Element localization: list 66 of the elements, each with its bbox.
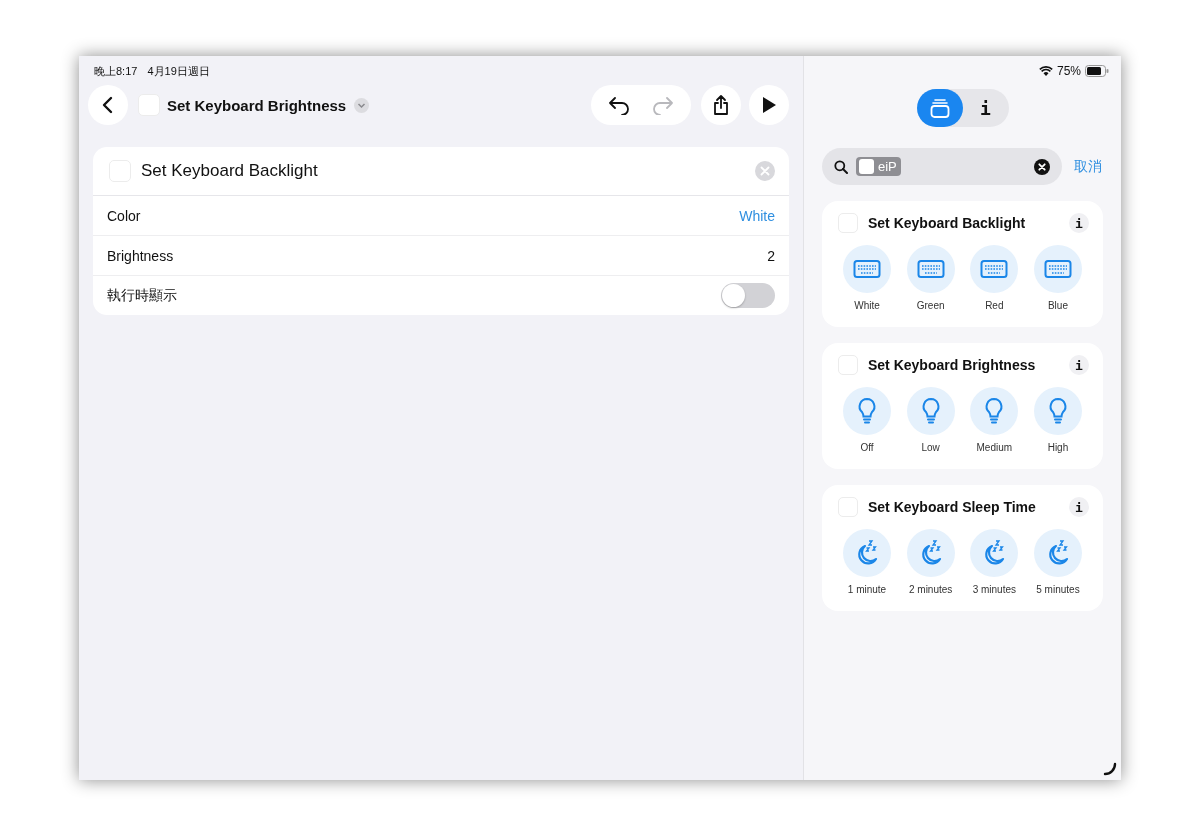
action-label: White <box>854 300 880 311</box>
action-button[interactable] <box>1033 529 1082 577</box>
action-label: 3 minutes <box>972 584 1016 595</box>
action-label: Low <box>921 442 940 453</box>
lightbulb-icon <box>1047 397 1068 425</box>
parameter-value[interactable]: White <box>739 207 775 224</box>
action-label: Medium <box>976 442 1013 453</box>
info-button[interactable]: i <box>1069 497 1089 517</box>
lightbulb-icon <box>857 397 877 425</box>
toggle-switch[interactable] <box>721 283 775 308</box>
action-title: Set Keyboard Backlight <box>141 161 319 181</box>
info-tab[interactable]: i <box>962 89 1009 127</box>
status-date: 4月19日週日 <box>147 64 210 78</box>
undo-icon <box>608 95 630 115</box>
lightbulb-icon <box>984 397 1005 425</box>
action-label: 2 minutes <box>908 584 953 595</box>
action-label: 5 minutes <box>1036 584 1080 595</box>
action-button[interactable] <box>970 387 1019 435</box>
action-button[interactable] <box>906 387 955 435</box>
action-button[interactable] <box>1033 387 1082 435</box>
action-button[interactable] <box>970 245 1019 293</box>
action-label: Blue <box>1047 300 1068 311</box>
parameter-label: 執行時顯示 <box>107 286 177 305</box>
parameter-value[interactable]: 2 <box>767 247 775 264</box>
status-time: 晚上8:17 <box>94 64 138 78</box>
action-button[interactable] <box>906 245 955 293</box>
action-label: 1 minute <box>847 584 887 595</box>
resize-handle-icon[interactable] <box>1103 762 1117 776</box>
action-label: High <box>1047 442 1069 453</box>
parameter-label: Color <box>107 207 141 224</box>
battery-icon <box>1085 65 1109 77</box>
library-tab[interactable] <box>916 89 963 127</box>
battery-percent: 75% <box>1056 64 1081 78</box>
info-button[interactable]: i <box>1069 213 1089 233</box>
play-icon <box>761 96 777 114</box>
action-button[interactable] <box>843 529 891 577</box>
keyboard-icon <box>853 259 881 279</box>
action-button[interactable] <box>1033 245 1082 293</box>
chevron-icon[interactable] <box>354 97 370 113</box>
run-button[interactable] <box>749 85 789 125</box>
action-button[interactable] <box>970 529 1019 577</box>
info-button[interactable]: i <box>1069 355 1089 375</box>
keyboard-icon <box>1043 259 1072 279</box>
wifi-icon <box>1038 65 1053 77</box>
keyboard-icon <box>980 259 1009 279</box>
action-label: Off <box>860 442 874 453</box>
share-icon <box>712 94 730 116</box>
back-icon <box>101 96 115 114</box>
action-label: Red <box>985 300 1004 311</box>
stack-icon <box>928 97 951 119</box>
action-button[interactable] <box>843 245 891 293</box>
action-button[interactable] <box>906 529 955 577</box>
keyboard-icon <box>916 259 945 279</box>
parameter-label: Brightness <box>107 247 174 264</box>
action-group-title: Set Keyboard Brightness <box>868 357 1037 373</box>
share-button[interactable] <box>701 85 741 125</box>
back-button[interactable] <box>88 85 128 125</box>
action-label: Green <box>916 300 945 311</box>
clear-icon[interactable] <box>1034 158 1050 175</box>
action-button[interactable] <box>843 387 891 435</box>
lightbulb-icon <box>920 397 941 425</box>
redo-icon <box>652 95 674 115</box>
action-group-title: Set Keyboard Sleep Time <box>868 499 1037 515</box>
shortcut-title[interactable]: Set Keyboard Brightness <box>167 96 347 114</box>
search-icon <box>834 159 848 174</box>
action-group-title: Set Keyboard Backlight <box>868 215 1027 231</box>
